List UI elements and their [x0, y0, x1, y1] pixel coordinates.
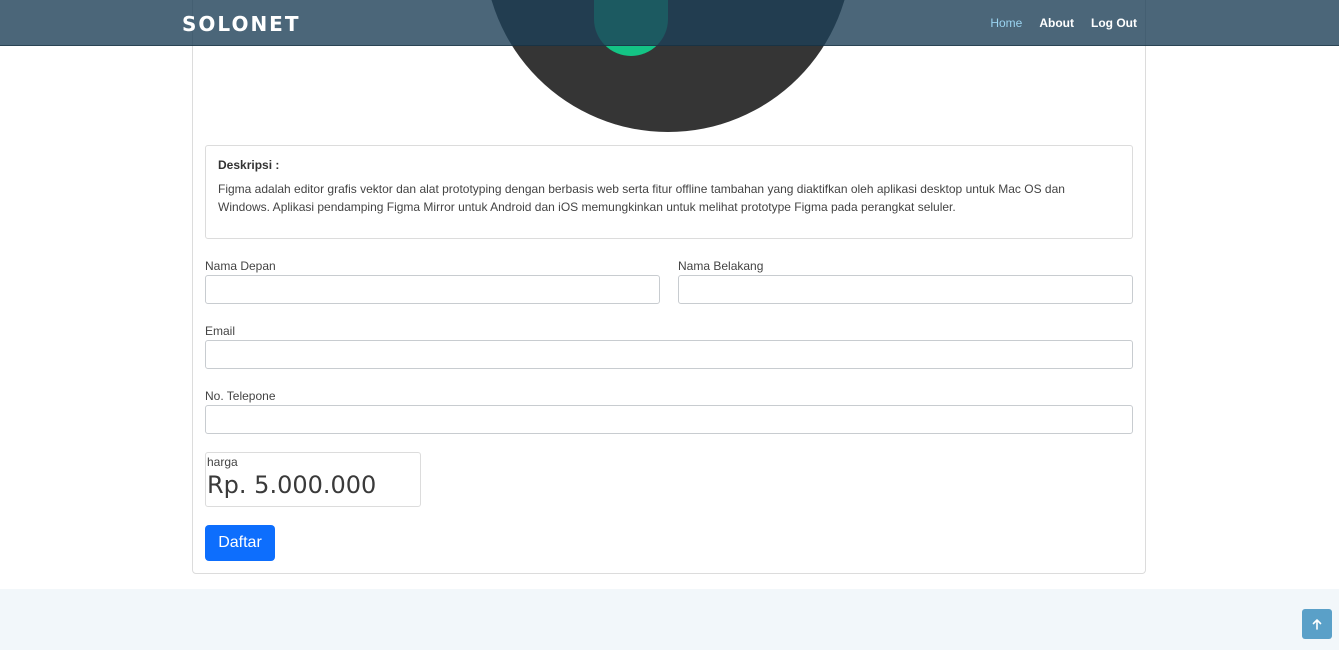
- first-name-label: Nama Depan: [205, 259, 276, 273]
- price-label: harga: [207, 455, 238, 469]
- description-box: Deskripsi : Figma adalah editor grafis v…: [205, 145, 1133, 239]
- scroll-to-top-button[interactable]: [1302, 609, 1332, 639]
- nav-links: Home About Log Out: [973, 16, 1137, 30]
- last-name-label: Nama Belakang: [678, 259, 764, 273]
- email-field[interactable]: [205, 340, 1133, 369]
- brand-logo[interactable]: SOLONET: [182, 12, 300, 36]
- navbar: SOLONET Home About Log Out: [0, 0, 1339, 46]
- phone-label: No. Telepone: [205, 389, 276, 403]
- last-name-field[interactable]: [678, 275, 1133, 304]
- price-box: harga Rp. 5.000.000: [205, 452, 421, 507]
- first-name-field[interactable]: [205, 275, 660, 304]
- price-value: Rp. 5.000.000: [207, 471, 377, 499]
- nav-logout-link[interactable]: Log Out: [1091, 16, 1137, 30]
- email-label: Email: [205, 324, 236, 338]
- phone-field[interactable]: [205, 405, 1133, 434]
- description-text: Figma adalah editor grafis vektor dan al…: [218, 182, 1065, 214]
- arrow-up-icon: [1312, 618, 1322, 630]
- nav-home-link[interactable]: Home: [990, 16, 1022, 30]
- page: SOLONET Home About Log Out Deskripsi : F…: [0, 0, 1339, 650]
- register-button[interactable]: Daftar: [205, 525, 275, 561]
- nav-about-link[interactable]: About: [1039, 16, 1074, 30]
- description-title: Deskripsi :: [218, 158, 280, 172]
- footer: [0, 589, 1339, 650]
